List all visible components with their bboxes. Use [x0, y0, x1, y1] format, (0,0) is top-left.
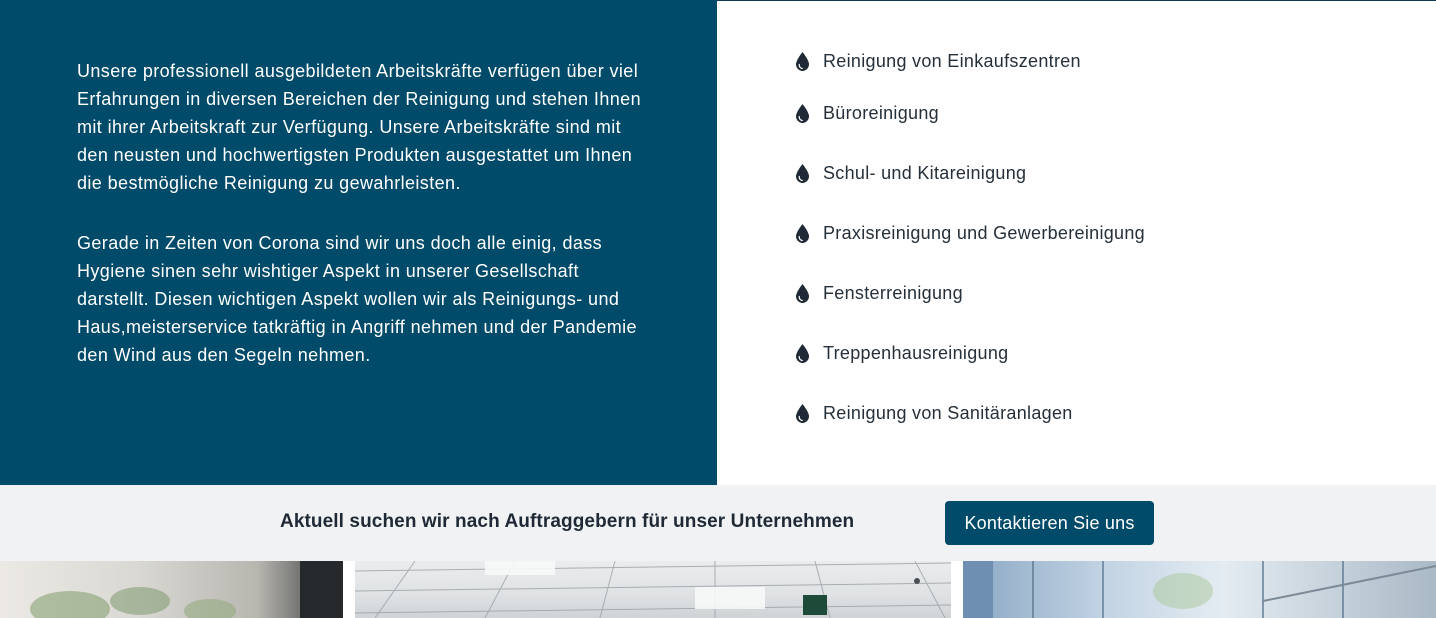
service-label: Treppenhausreinigung: [823, 343, 1009, 363]
service-item-sanitaeranlagen: Reinigung von Sanitäranlagen: [796, 403, 1073, 424]
water-drop-icon: [796, 404, 809, 423]
service-item-bueroreinigung: Büroreinigung: [796, 103, 939, 124]
photo-detail: [30, 561, 343, 618]
service-item-fensterreinigung: Fensterreinigung: [796, 283, 963, 304]
service-item-treppenhausreinigung: Treppenhausreinigung: [796, 343, 1008, 364]
service-label: Praxisreinigung und Gewerbereinigung: [823, 223, 1145, 243]
about-paragraph-1: Unsere professionell ausgebildeten Arbei…: [77, 61, 641, 193]
about-paragraph-2: Gerade in Zeiten von Corona sind wir uns…: [77, 233, 637, 365]
about-text: Unsere professionell ausgebildeten Arbei…: [77, 57, 652, 369]
service-item-schulreinigung: Schul- und Kitareinigung: [796, 163, 1026, 184]
service-label: Reinigung von Einkaufszentren: [823, 51, 1081, 71]
service-label: Reinigung von Sanitäranlagen: [823, 403, 1073, 423]
water-drop-icon: [796, 344, 809, 363]
cta-text: Aktuell suchen wir nach Auftraggebern fü…: [280, 511, 855, 532]
photo-detail: [355, 561, 951, 618]
water-drop-icon: [796, 164, 809, 183]
services-section: Unsere professionell ausgebildeten Arbei…: [0, 0, 1436, 485]
gallery-photo-office-ceiling: [355, 561, 951, 618]
gallery-photo-office-plants: [0, 561, 343, 618]
gallery-photo-glass-building: [963, 561, 1436, 618]
photo-detail: [963, 561, 1436, 618]
contact-button[interactable]: Kontaktieren Sie uns: [945, 501, 1154, 545]
service-label: Fensterreinigung: [823, 283, 963, 303]
water-drop-icon: [796, 52, 809, 71]
about-panel: Unsere professionell ausgebildeten Arbei…: [0, 0, 717, 485]
water-drop-icon: [796, 284, 809, 303]
service-label: Büroreinigung: [823, 103, 939, 123]
water-drop-icon: [796, 104, 809, 123]
service-item-einkaufszentren: Reinigung von Einkaufszentren: [796, 51, 1081, 72]
service-item-praxisreinigung: Praxisreinigung und Gewerbereinigung: [796, 223, 1145, 244]
cta-bar: Aktuell suchen wir nach Auftraggebern fü…: [0, 485, 1436, 561]
services-panel: Reinigung von Einkaufszentren Büroreinig…: [717, 0, 1436, 485]
photo-gallery: [0, 561, 1436, 618]
service-label: Schul- und Kitareinigung: [823, 163, 1027, 183]
water-drop-icon: [796, 224, 809, 243]
